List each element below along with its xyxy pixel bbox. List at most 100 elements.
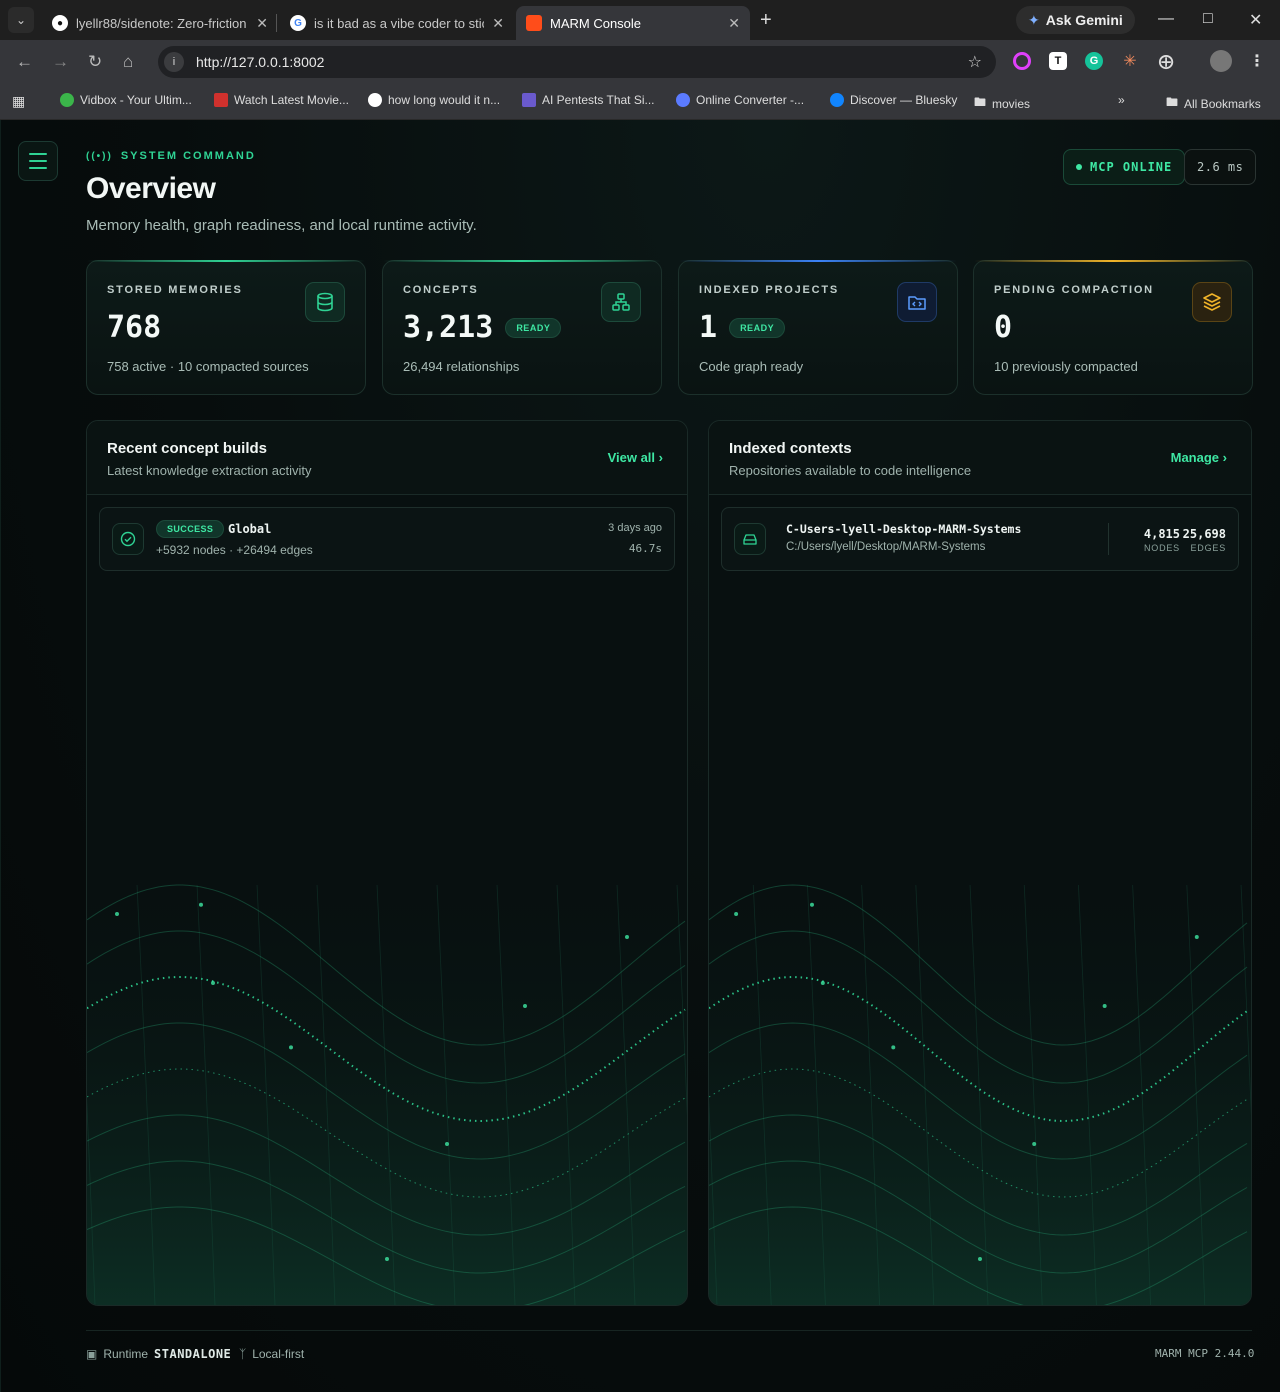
folder-icon: 🖿	[974, 95, 987, 109]
bookmark-folder-movies[interactable]: 🖿 movies	[974, 93, 1030, 114]
build-row[interactable]: SUCCESS Global +5932 nodes · +26494 edge…	[99, 507, 675, 571]
broadcast-icon: ((•))	[86, 150, 113, 162]
bluesky-icon	[830, 93, 844, 107]
ready-badge: READY	[505, 317, 562, 338]
panel-header: Recent concept builds Latest knowledge e…	[87, 421, 687, 495]
manage-link[interactable]: Manage ›	[1171, 450, 1227, 465]
profile-avatar[interactable]	[1210, 50, 1232, 72]
browser-toolbar: ← → ↻ ⌂ i http://127.0.0.1:8002 ☆ T G ✳ …	[0, 40, 1280, 84]
mode-indicator: ᛉ Local-first	[239, 1347, 305, 1361]
panel-header: Indexed contexts Repositories available …	[709, 421, 1251, 495]
close-tab-icon[interactable]: ✕	[728, 15, 740, 32]
stat-value: 0	[994, 310, 1013, 345]
tab-search-button[interactable]: ⌄	[8, 7, 34, 33]
chevron-right-icon: ›	[1222, 450, 1227, 465]
context-row[interactable]: C-Users-lyell-Desktop-MARM-Systems C:/Us…	[721, 507, 1239, 571]
home-icon[interactable]: ⌂	[123, 52, 133, 72]
indexed-contexts-panel: Indexed contexts Repositories available …	[708, 420, 1252, 1306]
browser-chrome: ⌄ ● lyellr88/sidenote: Zero-friction ✕ G…	[0, 0, 1280, 120]
divider	[1108, 523, 1109, 555]
stat-value: 3,213 READY	[403, 310, 562, 345]
address-bar[interactable]: i http://127.0.0.1:8002 ☆	[158, 46, 996, 78]
chevron-down-icon: ⌄	[15, 13, 27, 27]
converter-icon	[676, 93, 690, 107]
database-icon	[305, 282, 345, 322]
forward-icon[interactable]: →	[52, 52, 69, 72]
bookmark-bluesky[interactable]: Discover — Bluesky	[830, 93, 957, 107]
stat-card-indexed-projects: INDEXED PROJECTS 1 READY Code graph ready	[678, 260, 958, 395]
claude-extension-icon[interactable]: ✳	[1121, 52, 1139, 70]
stat-sub: 758 active · 10 compacted sources	[107, 359, 309, 374]
stat-card-stored-memories: STORED MEMORIES 768 758 active · 10 comp…	[86, 260, 366, 395]
bookmark-vidbox[interactable]: Vidbox - Your Ultim...	[60, 93, 192, 107]
new-tab-icon[interactable]: +	[760, 9, 772, 32]
tab-sidenote[interactable]: ● lyellr88/sidenote: Zero-friction ✕	[42, 6, 278, 40]
stat-sub: 26,494 relationships	[403, 359, 520, 374]
apps-grid-icon[interactable]: ▦	[12, 93, 25, 110]
bookmark-star-icon[interactable]: ☆	[968, 52, 982, 72]
bookmarks-overflow-icon[interactable]: »	[1118, 93, 1125, 107]
close-tab-icon[interactable]: ✕	[256, 15, 268, 32]
panel-title: Indexed contexts	[729, 440, 852, 457]
close-tab-icon[interactable]: ✕	[492, 15, 504, 32]
movie-site-icon	[214, 93, 228, 107]
tab-marm-console[interactable]: MARM Console ✕	[516, 6, 750, 40]
stat-label: CONCEPTS	[403, 284, 479, 296]
page-subtitle: Memory health, graph readiness, and loca…	[86, 217, 477, 234]
tab-google-search[interactable]: G is it bad as a vibe coder to stick ✕	[280, 6, 514, 40]
bookmark-google[interactable]: how long would it n...	[368, 93, 500, 107]
build-name: Global	[228, 522, 272, 536]
edges-count: 25,698	[1182, 527, 1226, 541]
bookmark-ai-pentests[interactable]: AI Pentests That Si...	[522, 93, 655, 107]
wave-decoration	[87, 845, 687, 1305]
site-info-icon[interactable]: i	[164, 52, 184, 72]
folder-icon: 🖿	[1166, 95, 1179, 109]
stat-sub: Code graph ready	[699, 359, 804, 374]
success-badge: SUCCESS	[156, 520, 225, 538]
bookmarks-bar: ▦ Vidbox - Your Ultim... Watch Latest Mo…	[0, 84, 1280, 120]
layers-icon	[1192, 282, 1232, 322]
tab-separator	[276, 14, 277, 32]
build-time: 3 days ago	[608, 522, 662, 534]
recent-builds-panel: Recent concept builds Latest knowledge e…	[86, 420, 688, 1306]
back-icon[interactable]: ←	[16, 52, 33, 72]
grammarly-icon[interactable]: G	[1085, 52, 1103, 70]
context-name: C-Users-lyell-Desktop-MARM-Systems	[786, 522, 1022, 536]
tab-strip: ⌄ ● lyellr88/sidenote: Zero-friction ✕ G…	[0, 0, 1280, 40]
version-label: MARM MCP 2.44.0	[1155, 1347, 1255, 1360]
check-circle-icon	[112, 523, 144, 555]
nodes-count: 4,815	[1143, 527, 1180, 541]
network-icon	[601, 282, 641, 322]
reload-icon[interactable]: ↻	[88, 52, 102, 72]
ready-badge: READY	[729, 317, 786, 338]
color-picker-extension-icon[interactable]	[1013, 52, 1031, 70]
stat-label: INDEXED PROJECTS	[699, 284, 840, 296]
status-dot	[1076, 164, 1082, 170]
view-all-link[interactable]: View all ›	[608, 450, 663, 465]
minimize-icon[interactable]: —	[1158, 10, 1174, 28]
marm-console: ((•)) SYSTEM COMMAND Overview Memory hea…	[0, 120, 1280, 1392]
ask-gemini-button[interactable]: ✦ Ask Gemini	[1016, 6, 1135, 34]
menu-icon[interactable]	[18, 141, 58, 181]
build-meta: +5932 nodes · +26494 edges	[156, 543, 313, 557]
stat-value: 1 READY	[699, 310, 786, 345]
close-window-icon[interactable]: ✕	[1249, 10, 1262, 30]
maximize-icon[interactable]: □	[1203, 10, 1213, 28]
panel-subtitle: Latest knowledge extraction activity	[107, 463, 312, 478]
stat-value: 768	[107, 310, 162, 345]
panel-subtitle: Repositories available to code intellige…	[729, 463, 972, 478]
chevron-right-icon: ›	[658, 450, 663, 465]
bookmark-online-converter[interactable]: Online Converter -...	[676, 93, 804, 107]
stat-sub: 10 previously compacted	[994, 359, 1138, 374]
bookmark-movies-site[interactable]: Watch Latest Movie...	[214, 93, 349, 107]
t-extension-icon[interactable]: T	[1049, 52, 1067, 70]
section-eyebrow: ((•)) SYSTEM COMMAND	[86, 150, 256, 162]
more-menu-icon[interactable]: ⋮	[1248, 52, 1266, 70]
context-path: C:/Users/lyell/Desktop/MARM-Systems	[786, 541, 986, 553]
wave-decoration	[709, 845, 1251, 1305]
google-icon	[368, 93, 382, 107]
all-bookmarks-button[interactable]: 🖿 All Bookmarks	[1166, 93, 1261, 114]
code-folder-icon	[897, 282, 937, 322]
build-duration: 46.7s	[628, 542, 662, 555]
extensions-icon[interactable]: ⨁	[1157, 52, 1175, 70]
